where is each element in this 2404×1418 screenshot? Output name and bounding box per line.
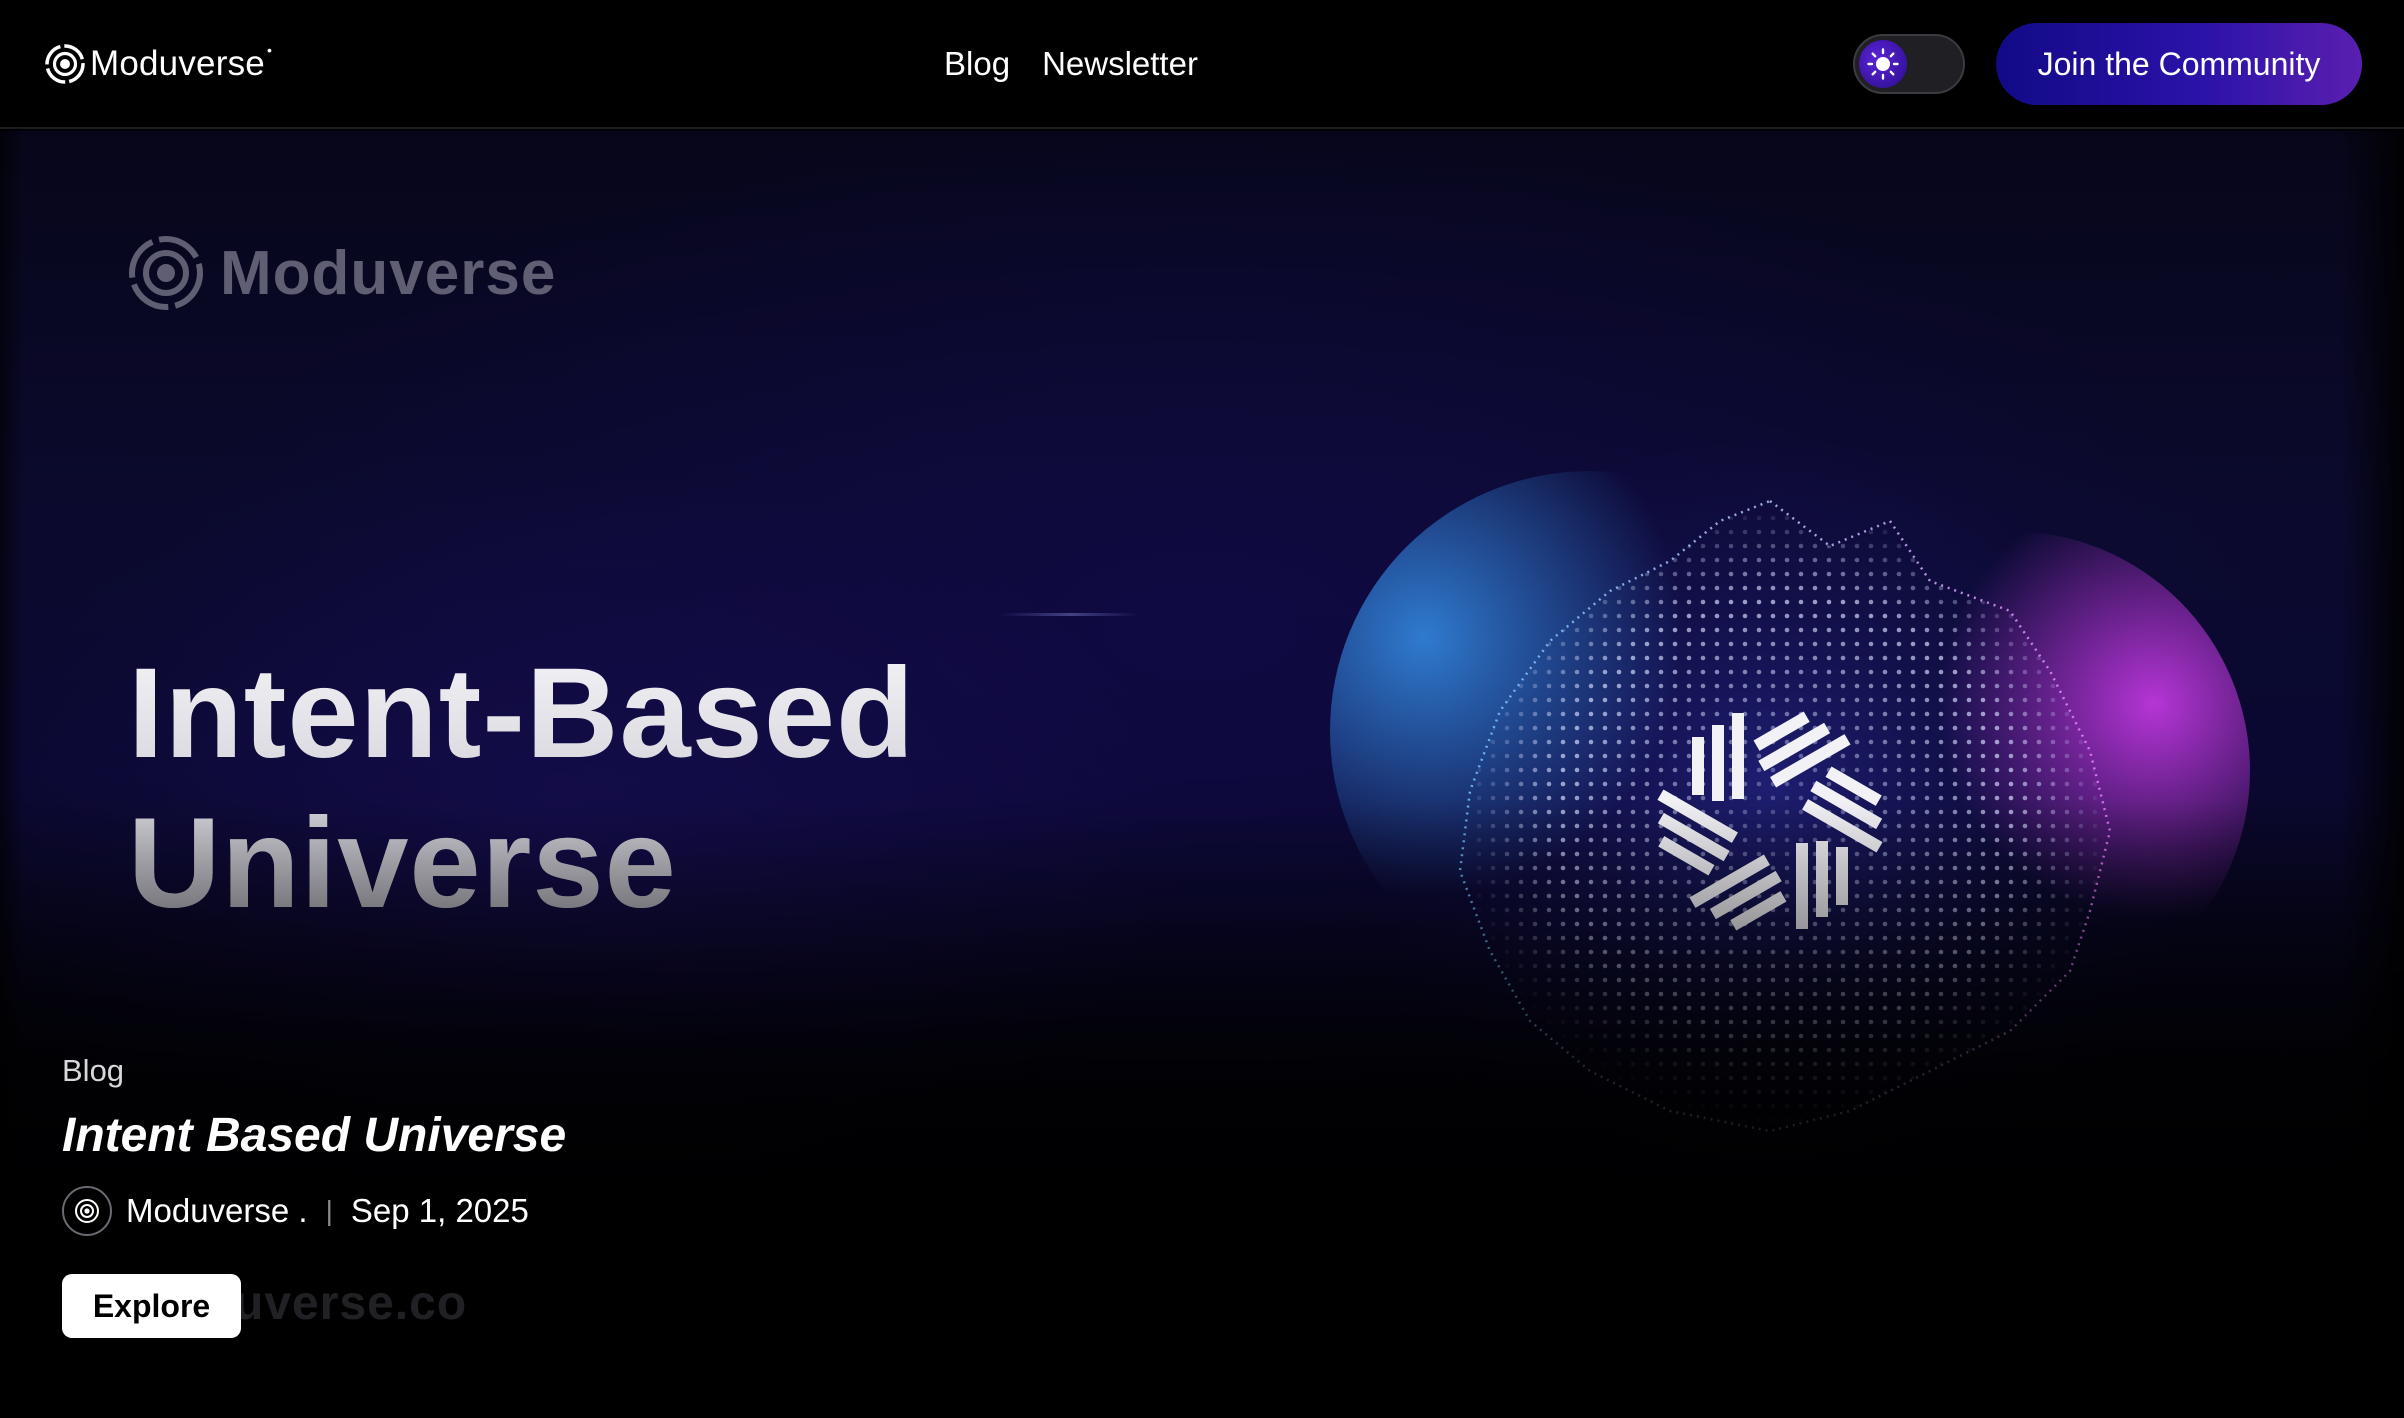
brand-logo-link[interactable]: Moduverse •	[44, 40, 272, 88]
hero-watermark-url: uverse.co	[234, 1277, 468, 1330]
hero-left-vignette	[0, 131, 24, 1418]
hero-watermark-logo: Moduverse	[126, 233, 556, 313]
main-nav: Blog Newsletter	[944, 40, 1198, 88]
post-author: Moduverse .	[126, 1192, 308, 1229]
featured-post: Blog Intent Based Universe Moduverse . |…	[62, 1048, 566, 1236]
hero-headline: Intent-Based Universe	[128, 639, 915, 939]
explore-button[interactable]: Explore	[62, 1274, 241, 1338]
particle-sphere-graphic	[1290, 371, 2250, 1291]
page: Moduverse • Blog Newsletter Join the Com…	[0, 0, 2404, 1418]
toggle-knob	[1859, 40, 1907, 88]
moduverse-logo-icon	[45, 44, 85, 84]
hero-headline-line1: Intent-Based	[128, 642, 916, 785]
author-avatar	[62, 1186, 112, 1236]
brand-name: Moduverse	[90, 44, 265, 83]
post-title[interactable]: Intent Based Universe	[62, 1108, 566, 1164]
brand-mark-dot: •	[266, 42, 272, 58]
moduverse-logo-icon	[75, 1199, 99, 1223]
sun-icon	[1867, 48, 1899, 80]
theme-toggle[interactable]	[1853, 34, 1965, 94]
post-category: Blog	[62, 1053, 125, 1088]
join-community-button[interactable]: Join the Community	[1996, 23, 2362, 105]
top-navbar: Moduverse • Blog Newsletter Join the Com…	[0, 0, 2404, 129]
nav-link-newsletter[interactable]: Newsletter	[1042, 40, 1198, 88]
hero-right-vignette	[2340, 131, 2404, 1418]
hero-headline-line2: Universe	[128, 789, 915, 939]
meta-separator: |	[325, 1195, 333, 1226]
nav-link-blog[interactable]: Blog	[944, 40, 1010, 88]
post-date: Sep 1, 2025	[350, 1192, 529, 1229]
hero-watermark-brand: Moduverse	[220, 238, 557, 308]
hero-accent-line	[1000, 613, 1140, 616]
moduverse-logo-icon	[129, 236, 203, 310]
post-meta: Moduverse . | Sep 1, 2025	[62, 1186, 566, 1236]
